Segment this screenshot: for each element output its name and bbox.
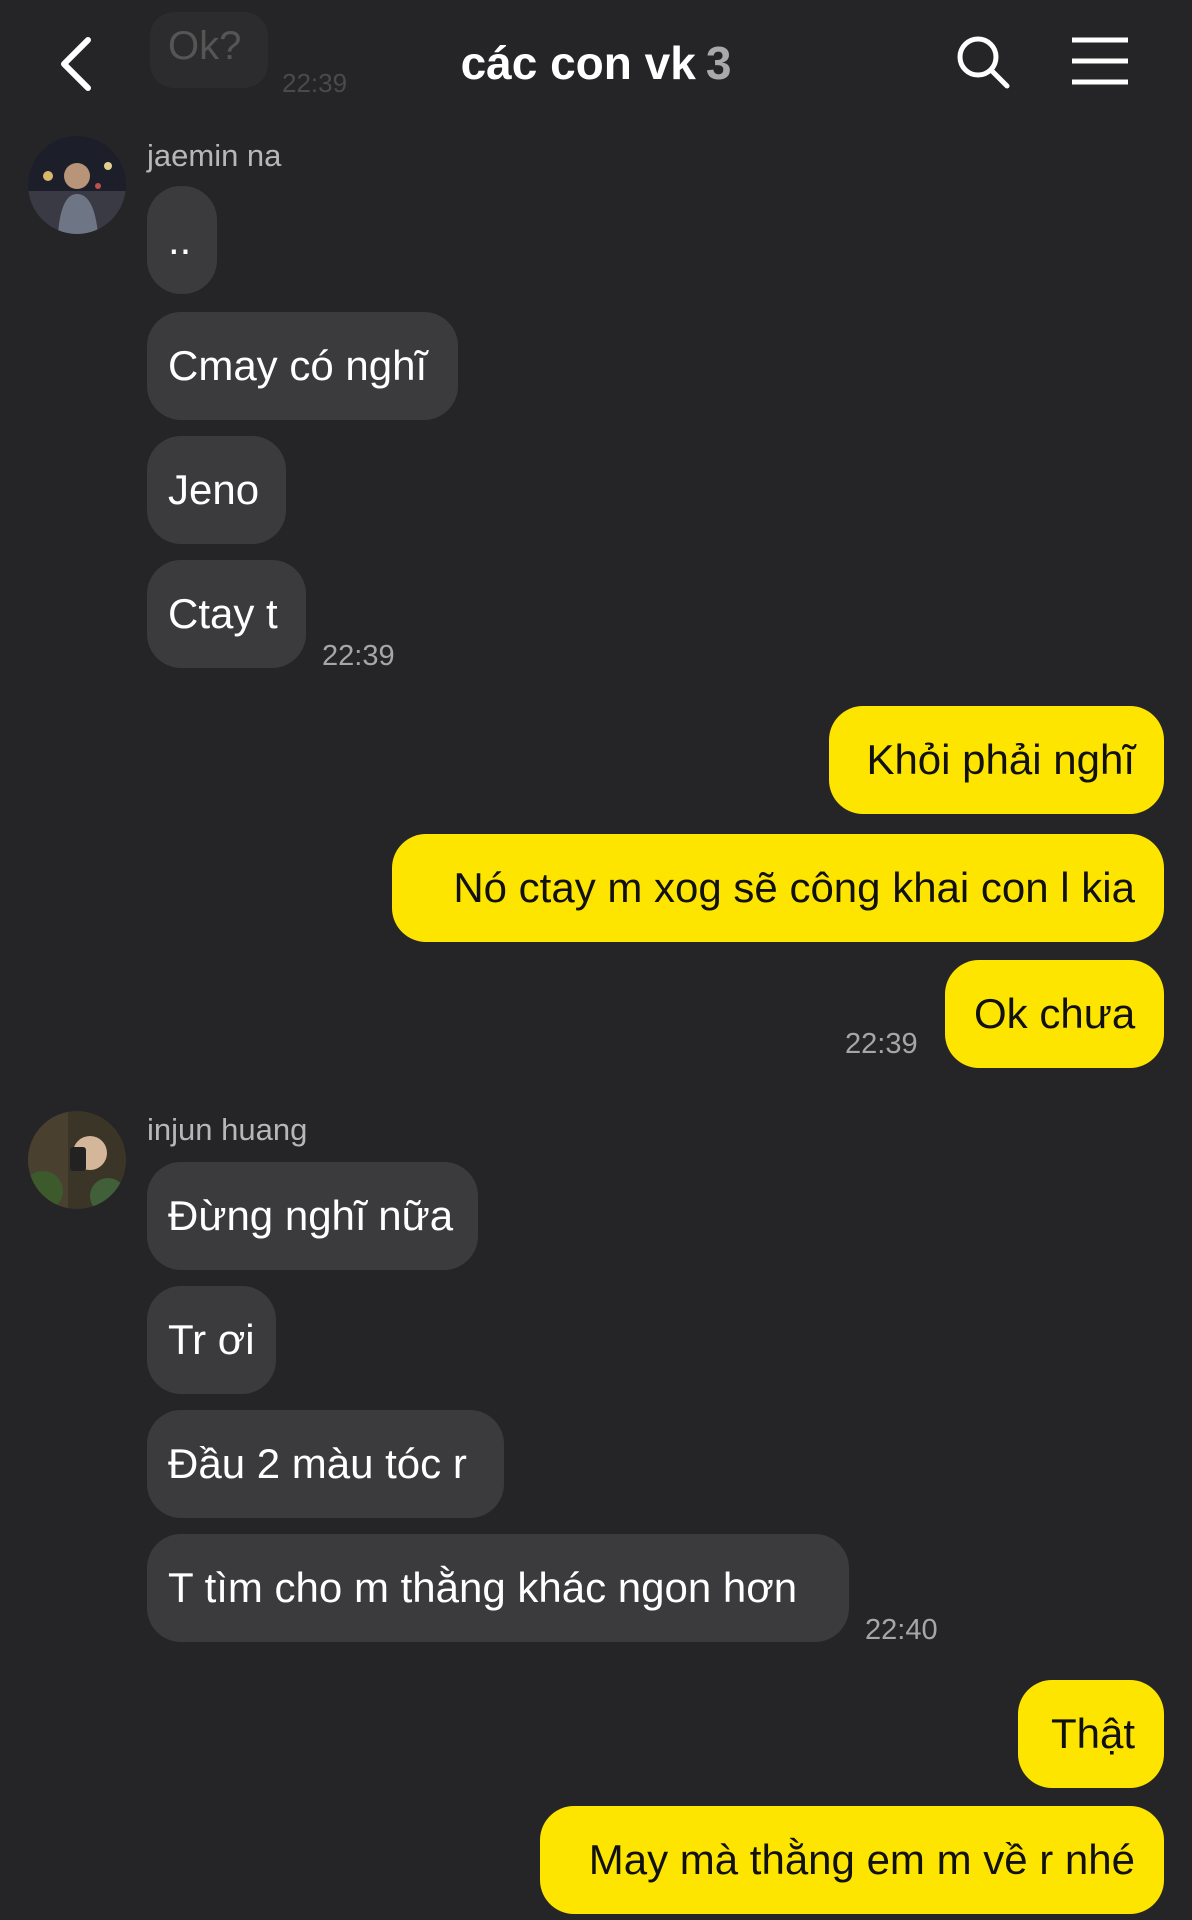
outgoing-message-bubble[interactable]: Ok chưa [945, 960, 1164, 1068]
message-bubble[interactable]: T tìm cho m thằng khác ngon hơn [147, 1534, 849, 1642]
profile-photo-icon [28, 1111, 126, 1209]
outgoing-message-bubble[interactable]: May mà thằng em m về r nhé [540, 1806, 1164, 1914]
outgoing-message-bubble[interactable]: Khỏi phải nghĩ [829, 706, 1164, 814]
message-text: Nó ctay m xog sẽ công khai con l kia [453, 864, 1135, 911]
message-bubble[interactable]: Tr ơi [147, 1286, 276, 1394]
message-text: .. [168, 216, 192, 263]
message-text: Đừng nghĩ nữa [168, 1192, 454, 1239]
message-text: Thật [1050, 1710, 1135, 1757]
message-time: 22:40 [865, 1614, 938, 1646]
message-bubble[interactable]: Ctay t [147, 560, 306, 668]
outgoing-message-bubble[interactable]: Nó ctay m xog sẽ công khai con l kia [392, 834, 1164, 942]
avatar-injun-huang[interactable] [28, 1111, 126, 1209]
sender-name: jaemin na [147, 138, 282, 173]
message-text: Tr ơi [168, 1316, 255, 1363]
message-bubble[interactable]: Đầu 2 màu tóc r [147, 1410, 504, 1518]
message-text: Jeno [168, 466, 260, 513]
message-text: Khỏi phải nghĩ [866, 736, 1135, 783]
avatar-jaemin-na[interactable] [28, 136, 126, 234]
outgoing-message-bubble[interactable]: Thật [1018, 1680, 1164, 1788]
search-icon [957, 36, 1010, 89]
sender-name: injun huang [147, 1112, 308, 1147]
message-text: Cmay có nghĩ [168, 342, 428, 389]
message-bubble[interactable]: Cmay có nghĩ [147, 312, 458, 420]
search-button[interactable] [955, 34, 1011, 90]
message-bubble[interactable]: Jeno [147, 436, 286, 544]
chat-name: các con vk [460, 37, 696, 89]
message-time: 22:39 [845, 1028, 918, 1060]
chat-header: Ok? 22:39 các con vk 3 [0, 0, 1192, 130]
message-text: Ok chưa [974, 990, 1136, 1037]
member-count: 3 [705, 37, 732, 89]
hamburger-menu-icon [1072, 37, 1128, 85]
profile-photo-icon [28, 136, 126, 234]
message-bubble[interactable]: Đừng nghĩ nữa [147, 1162, 478, 1270]
message-text: Ctay t [168, 590, 278, 637]
message-bubble[interactable]: .. [147, 186, 217, 294]
message-text: T tìm cho m thằng khác ngon hơn [168, 1564, 798, 1611]
chat-title[interactable]: các con vk 3 [0, 36, 1192, 90]
message-text: Đầu 2 màu tóc r [168, 1440, 467, 1487]
menu-button[interactable] [1070, 36, 1130, 86]
message-time: 22:39 [322, 640, 395, 672]
message-text: May mà thằng em m về r nhé [588, 1836, 1135, 1883]
